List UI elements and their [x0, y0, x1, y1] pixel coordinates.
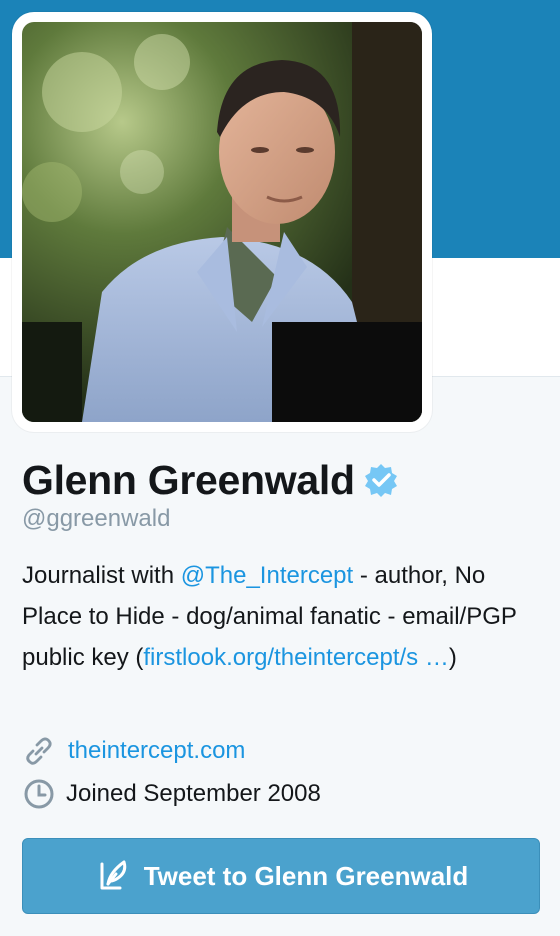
avatar [22, 22, 422, 422]
bio-url-link[interactable]: firstlook.org/theintercept/s … [143, 644, 448, 671]
profile-joined-row: Joined September 2008 [22, 776, 321, 812]
bio-text: Journalist with [22, 562, 181, 589]
profile-handle[interactable]: @ggreenwald [22, 504, 170, 534]
profile-url-row: theintercept.com [22, 733, 245, 769]
profile-name[interactable]: Glenn Greenwald [22, 452, 355, 508]
compose-tweet-icon [100, 860, 126, 890]
clock-icon [24, 779, 54, 809]
joined-date: Joined September 2008 [66, 780, 321, 807]
profile-name-row: Glenn Greenwald [22, 452, 399, 508]
profile-website-link[interactable]: theintercept.com [68, 737, 245, 765]
tweet-to-label: Tweet to Glenn Greenwald [143, 860, 469, 891]
link-icon [26, 737, 52, 765]
profile-bio: Journalist with @The_Intercept - author,… [22, 555, 542, 678]
verified-badge-icon [364, 464, 397, 497]
tweet-to-button[interactable]: Tweet to Glenn Greenwald [22, 838, 540, 914]
bio-mention-link[interactable]: @The_Intercept [181, 562, 353, 589]
profile-avatar-frame[interactable] [12, 12, 432, 432]
bio-text: ) [448, 644, 457, 671]
